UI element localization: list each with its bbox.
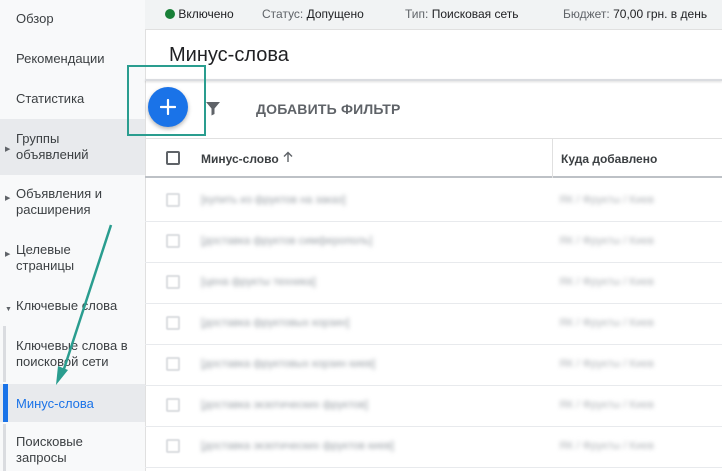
type-value: Поисковая сеть	[431, 7, 519, 21]
select-all-checkbox[interactable]	[166, 151, 180, 165]
type-item: Тип: Поисковая сеть	[405, 7, 519, 21]
table-row[interactable]: [купить из фруктов на заказ] ЯК / Фрукты…	[145, 180, 722, 222]
enabled-label: Включено	[178, 7, 234, 21]
sidebar-item-ads-extensions[interactable]: ▶ Объявления и расширения	[0, 178, 145, 222]
budget-key: Бюджет:	[563, 7, 610, 21]
sidebar-item-label: Целевые страницы	[16, 242, 75, 273]
keyword-cell: [доставка экзотических фруктов]	[201, 399, 368, 411]
enabled-status[interactable]: Включено	[165, 7, 234, 21]
sidebar-item-label: Статистика	[16, 91, 85, 106]
keyword-cell: [доставка фруктовых корзин киев]	[201, 358, 376, 370]
table-row[interactable]: [доставка экзотических фруктов] ЯК / Фру…	[145, 385, 722, 427]
sidebar-item-statistics[interactable]: Статистика	[0, 91, 145, 109]
row-checkbox[interactable]	[166, 316, 180, 330]
sidebar-item-negative-keywords[interactable]: Минус-слова	[0, 384, 145, 422]
table-row[interactable]: [доставка фруктовых корзин киев] ЯК / Фр…	[145, 344, 722, 386]
add-filter-button[interactable]: ДОБАВИТЬ ФИЛЬТР	[256, 101, 401, 117]
page-title: Минус-слова	[169, 44, 289, 66]
table-row[interactable]: [цена фрукты техника] ЯК / Фрукты / Киев	[145, 262, 722, 304]
status-item: Статус: Допущено	[262, 7, 364, 21]
active-indicator	[3, 384, 8, 422]
added-to-cell: ЯК / Фрукты / Киев	[559, 440, 654, 452]
caret-down-icon: ▼	[5, 306, 12, 313]
caret-right-icon: ▶	[5, 251, 11, 258]
table-row[interactable]: [доставка фруктов симферополь] ЯК / Фрук…	[145, 221, 722, 263]
added-to-cell: ЯК / Фрукты / Киев	[559, 276, 654, 288]
sidebar-item-overview[interactable]: Обзор	[0, 11, 145, 29]
row-checkbox[interactable]	[166, 398, 180, 412]
row-checkbox[interactable]	[166, 234, 180, 248]
column-header-added-to[interactable]: Куда добавлено	[561, 152, 657, 166]
column-header-negative-keyword[interactable]: Минус-слово	[201, 152, 279, 166]
column-divider	[552, 138, 553, 178]
plus-icon	[160, 99, 176, 115]
sidebar-item-search-terms[interactable]: Поисковые запросы	[0, 432, 145, 472]
add-negative-keyword-button[interactable]	[148, 87, 188, 127]
sidebar-item-label: Ключевые слова	[16, 298, 118, 313]
keyword-cell: [купить из фруктов на заказ]	[201, 194, 346, 206]
budget-value: 70,00 грн. в день	[613, 7, 708, 21]
sidebar-item-label: Объявления и расширения	[16, 186, 103, 217]
table-row[interactable]: [доставка экзотических фруктов киев] ЯК …	[145, 426, 722, 468]
table-row[interactable]: [доставка фруктовых корзин] ЯК / Фрукты …	[145, 303, 722, 345]
keyword-cell: [доставка экзотических фруктов киев]	[201, 440, 394, 452]
title-divider	[145, 79, 722, 81]
campaign-status-bar: Включено Статус: Допущено Тип: Поисковая…	[145, 0, 722, 30]
sidebar-item-label: Обзор	[16, 11, 54, 26]
funnel-icon[interactable]	[204, 99, 222, 117]
added-to-cell: ЯК / Фрукты / Киев	[559, 194, 654, 206]
status-key: Статус:	[262, 7, 304, 21]
row-checkbox[interactable]	[166, 193, 180, 207]
sidebar-item-recommendations[interactable]: Рекомендации	[0, 51, 145, 69]
keyword-cell: [доставка фруктовых корзин]	[201, 317, 350, 329]
sidebar-item-landing-pages[interactable]: ▶ Целевые страницы	[0, 234, 145, 278]
added-to-cell: ЯК / Фрукты / Киев	[559, 317, 654, 329]
sidebar-item-label: Поисковые запросы	[16, 434, 83, 465]
added-to-cell: ЯК / Фрукты / Киев	[559, 235, 654, 247]
budget-item[interactable]: Бюджет: 70,00 грн. в день	[563, 7, 707, 21]
sidebar-item-keywords[interactable]: ▼ Ключевые слова	[0, 298, 145, 316]
status-dot-icon	[165, 9, 175, 19]
sidebar-item-search-keywords[interactable]: Ключевые слова в поисковой сети	[0, 330, 145, 374]
sidebar-item-label: Минус-слова	[16, 396, 94, 411]
sidebar-item-label: Группы объявлений	[16, 131, 89, 162]
sidebar: Обзор Рекомендации Статистика ▶ Группы о…	[0, 0, 146, 471]
added-to-cell: ЯК / Фрукты / Киев	[559, 399, 654, 411]
added-to-cell: ЯК / Фрукты / Киев	[559, 358, 654, 370]
row-checkbox[interactable]	[166, 275, 180, 289]
sidebar-item-label: Ключевые слова в поисковой сети	[16, 338, 128, 369]
caret-right-icon: ▶	[5, 195, 11, 202]
sidebar-item-label: Рекомендации	[16, 51, 105, 66]
row-checkbox[interactable]	[166, 439, 180, 453]
caret-right-icon: ▶	[5, 146, 11, 153]
sidebar-item-ad-groups[interactable]: ▶ Группы объявлений	[0, 119, 145, 175]
type-key: Тип:	[405, 7, 429, 21]
status-value: Допущено	[306, 7, 364, 21]
keyword-cell: [цена фрукты техника]	[201, 276, 316, 288]
row-checkbox[interactable]	[166, 357, 180, 371]
keyword-cell: [доставка фруктов симферополь]	[201, 235, 373, 247]
arrow-up-icon[interactable]	[282, 151, 294, 163]
